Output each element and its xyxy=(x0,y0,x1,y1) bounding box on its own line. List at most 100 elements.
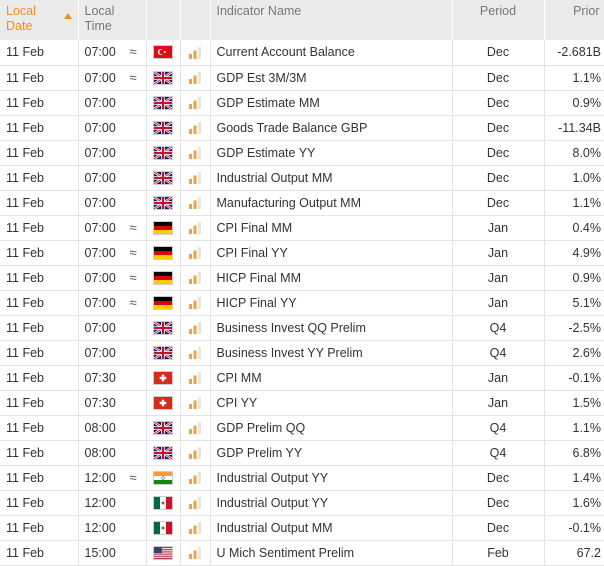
column-header-flag xyxy=(146,0,181,40)
column-header-time[interactable]: Local Time xyxy=(78,0,147,40)
sort-ascending-icon[interactable] xyxy=(64,13,72,19)
row-time: 07:00 xyxy=(84,295,116,310)
row-indicator-name[interactable]: HICP Final YY xyxy=(210,290,453,315)
row-date: 11 Feb xyxy=(0,540,79,565)
row-impact-cell xyxy=(180,515,211,540)
row-indicator-name[interactable]: GDP Prelim YY xyxy=(210,440,453,465)
impact-bars-icon xyxy=(189,372,201,384)
table-row[interactable]: 11 Feb 07:30 CPI MM Jan -0.1% xyxy=(0,365,604,390)
table-row[interactable]: 11 Feb 12:00 Industrial Output MM Dec -0.1% xyxy=(0,515,604,540)
table-row[interactable]: 11 Feb 07:00 Business Invest QQ Prelim Q4 -2… xyxy=(0,315,604,340)
row-indicator-name[interactable]: CPI Final YY xyxy=(210,240,453,265)
row-time: 07:00 xyxy=(84,120,116,135)
row-indicator-name[interactable]: Business Invest YY Prelim xyxy=(210,340,453,365)
row-time: 07:00 xyxy=(84,70,116,85)
row-indicator-name[interactable]: HICP Final MM xyxy=(210,265,453,290)
row-time: 07:30 xyxy=(84,395,116,410)
table-row[interactable]: 11 Feb 07:00 Industrial Output MM Dec 1.0% xyxy=(0,165,604,190)
row-period: Dec xyxy=(452,190,545,215)
uk-flag-icon xyxy=(153,345,173,360)
row-indicator-name[interactable]: Manufacturing Output MM xyxy=(210,190,453,215)
table-row[interactable]: 11 Feb 08:00 GDP Prelim QQ Q4 1.1% xyxy=(0,415,604,440)
row-indicator-name[interactable]: Current Account Balance xyxy=(210,40,453,65)
table-row[interactable]: 11 Feb 07:00 GDP Estimate MM Dec 0.9% xyxy=(0,90,604,115)
table-row[interactable]: 11 Feb 07:00 ≈ CPI Final MM Jan 0.4% xyxy=(0,215,604,240)
table-row[interactable]: 11 Feb 07:00 ≈ CPI Final YY Jan 4.9% xyxy=(0,240,604,265)
row-time: 07:00 xyxy=(84,145,116,160)
table-row[interactable]: 11 Feb 07:00 ≈ Current Account Balance Dec -2… xyxy=(0,40,604,65)
table-row[interactable]: 11 Feb 08:00 GDP Prelim YY Q4 6.8% xyxy=(0,440,604,465)
row-period: Dec xyxy=(452,165,545,190)
row-impact-cell xyxy=(180,315,211,340)
impact-bars-icon xyxy=(189,46,201,59)
row-prior: 1.0% xyxy=(572,170,602,185)
row-indicator-name[interactable]: Industrial Output MM xyxy=(210,165,453,190)
table-row[interactable]: 11 Feb 07:00 Manufacturing Output MM Dec 1.1… xyxy=(0,190,604,215)
table-row[interactable]: 11 Feb 07:00 GDP Estimate YY Dec 8.0% xyxy=(0,140,604,165)
table-row[interactable]: 11 Feb 07:00 Business Invest YY Prelim Q4 2.… xyxy=(0,340,604,365)
row-indicator-name[interactable]: GDP Estimate YY xyxy=(210,140,453,165)
row-impact-cell xyxy=(180,490,211,515)
row-indicator-name[interactable]: GDP Estimate MM xyxy=(210,90,453,115)
row-time-cell: 07:00 xyxy=(78,140,147,165)
row-time-cell: 07:00 xyxy=(78,340,147,365)
row-period: Q4 xyxy=(452,415,545,440)
column-header-name[interactable]: Indicator Name xyxy=(210,0,453,40)
impact-bars-icon xyxy=(189,522,201,534)
row-time: 07:00 xyxy=(84,220,116,235)
row-impact-cell xyxy=(180,390,211,415)
row-prior: 5.1% xyxy=(572,295,602,310)
row-date: 11 Feb xyxy=(0,90,79,115)
table-row[interactable]: 11 Feb 07:00 ≈ GDP Est 3M/3M Dec 1.1% xyxy=(0,65,604,90)
approx-time-icon: ≈ xyxy=(129,69,137,85)
row-flag-cell xyxy=(146,540,181,565)
row-period: Feb xyxy=(452,540,545,565)
row-time: 07:00 xyxy=(84,345,116,360)
row-indicator-name[interactable]: Business Invest QQ Prelim xyxy=(210,315,453,340)
table-row[interactable]: 11 Feb 12:00 Industrial Output YY Dec 1.6% xyxy=(0,490,604,515)
row-indicator-name[interactable]: CPI MM xyxy=(210,365,453,390)
row-date: 11 Feb xyxy=(0,515,79,540)
column-header-date[interactable]: Local Date xyxy=(0,0,79,40)
column-header-period[interactable]: Period xyxy=(452,0,545,40)
table-row[interactable]: 11 Feb 15:00 U Mich Sentiment Prelim Feb 67.… xyxy=(0,540,604,565)
row-period: Jan xyxy=(452,265,545,290)
row-indicator-name[interactable]: Goods Trade Balance GBP xyxy=(210,115,453,140)
table-row[interactable]: 11 Feb 12:00 ≈ Industrial Output YY Dec 1.4% xyxy=(0,465,604,490)
column-header-impact xyxy=(180,0,211,40)
row-date: 11 Feb xyxy=(0,415,79,440)
calendar-table: Local Date Local Time Indicator Name Per… xyxy=(0,0,604,566)
row-time: 07:00 xyxy=(84,45,116,60)
column-header-prior[interactable]: Prior xyxy=(544,0,604,40)
row-indicator-name[interactable]: U Mich Sentiment Prelim xyxy=(210,540,453,565)
germany-flag-icon xyxy=(153,245,173,260)
row-date: 11 Feb xyxy=(0,490,79,515)
row-prior: 0.9% xyxy=(572,95,602,110)
row-time-cell: 07:00 ≈ xyxy=(78,65,147,90)
row-date: 11 Feb xyxy=(0,390,79,415)
row-indicator-name[interactable]: CPI YY xyxy=(210,390,453,415)
table-row[interactable]: 11 Feb 07:00 Goods Trade Balance GBP Dec -11… xyxy=(0,115,604,140)
row-indicator-name[interactable]: Industrial Output YY xyxy=(210,465,453,490)
row-prior: -0.1% xyxy=(568,520,601,535)
row-flag-cell xyxy=(146,190,181,215)
impact-bars-icon xyxy=(189,97,201,109)
row-indicator-name[interactable]: Industrial Output YY xyxy=(210,490,453,515)
row-period: Dec xyxy=(452,40,545,65)
row-time-cell: 08:00 xyxy=(78,440,147,465)
column-header-period-label: Period xyxy=(479,4,517,18)
table-row[interactable]: 11 Feb 07:30 CPI YY Jan 1.5% xyxy=(0,390,604,415)
row-indicator-name[interactable]: CPI Final MM xyxy=(210,215,453,240)
row-indicator-name[interactable]: GDP Est 3M/3M xyxy=(210,65,453,90)
row-time: 07:00 xyxy=(84,270,116,285)
row-date: 11 Feb xyxy=(0,190,79,215)
row-time: 07:30 xyxy=(84,370,116,385)
row-date: 11 Feb xyxy=(0,40,79,65)
row-indicator-name[interactable]: GDP Prelim QQ xyxy=(210,415,453,440)
table-row[interactable]: 11 Feb 07:00 ≈ HICP Final MM Jan 0.9% xyxy=(0,265,604,290)
row-time: 08:00 xyxy=(84,445,116,460)
row-impact-cell xyxy=(180,165,211,190)
impact-bars-icon xyxy=(189,322,201,334)
row-indicator-name[interactable]: Industrial Output MM xyxy=(210,515,453,540)
table-row[interactable]: 11 Feb 07:00 ≈ HICP Final YY Jan 5.1% xyxy=(0,290,604,315)
